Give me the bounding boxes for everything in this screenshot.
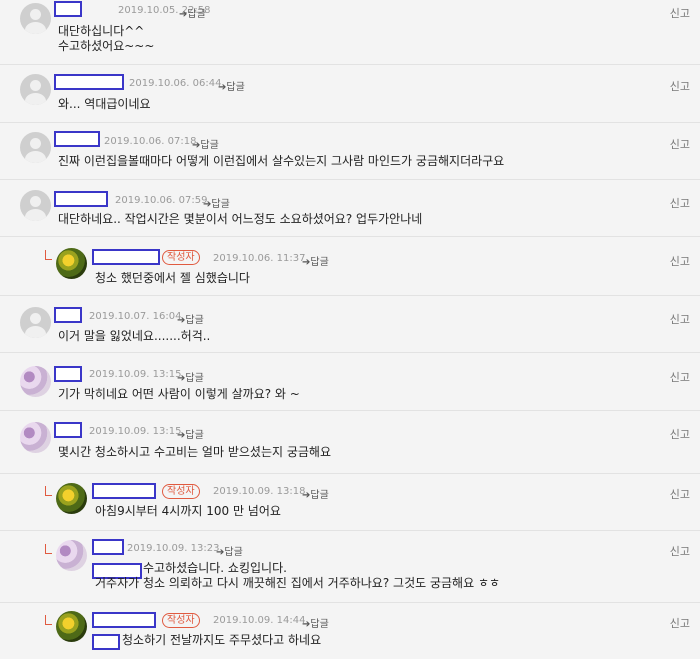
comment-timestamp: 2019.10.06. 07:18 — [104, 136, 197, 147]
avatar[interactable] — [20, 3, 51, 34]
comment-text-line-2: 수고하셨어요~~~ — [58, 39, 155, 53]
report-link[interactable]: 신고 — [670, 543, 690, 559]
comment-item: 2019.10.06. 07:59 ➔답글 신고 대단하네요.. 작업시간은 몇… — [0, 179, 700, 237]
report-link[interactable]: 신고 — [670, 369, 690, 385]
comment-text: 이거 말을 잃었네요.......허걱.. — [58, 329, 211, 343]
redacted-username — [92, 539, 124, 555]
redacted-username — [54, 422, 82, 438]
avatar[interactable] — [56, 248, 87, 279]
avatar[interactable] — [20, 307, 51, 338]
reply-link[interactable]: ➔답글 — [203, 195, 230, 210]
reply-link[interactable]: ➔답글 — [302, 486, 329, 501]
reply-link[interactable]: ➔답글 — [179, 5, 206, 20]
redacted-mention — [92, 634, 120, 650]
reply-link[interactable]: ➔답글 — [302, 615, 329, 630]
comment-timestamp: 2019.10.09. 13:15 — [89, 426, 182, 437]
comment-text: 몇시간 청소하시고 수고비는 얼마 받으셨는지 궁금해요 — [58, 445, 331, 459]
redacted-username — [54, 74, 124, 90]
comment-text: 수고하셨습니다. 쇼킹입니다. — [143, 561, 287, 575]
reply-link[interactable]: ➔답글 — [302, 253, 329, 268]
comment-timestamp: 2019.10.06. 06:44 — [129, 78, 222, 89]
avatar[interactable] — [20, 132, 51, 163]
avatar[interactable] — [20, 366, 51, 397]
comment-text: 아침9시부터 4시까지 100 만 넘어요 — [95, 504, 281, 518]
author-badge: 작성자 — [162, 250, 200, 265]
redacted-username — [92, 249, 160, 265]
redacted-username — [54, 307, 82, 323]
redacted-username — [54, 131, 100, 147]
reply-link[interactable]: ➔답글 — [192, 136, 219, 151]
redacted-username — [92, 483, 156, 499]
comment-timestamp: 2019.10.09. 13:18 — [213, 486, 306, 497]
comment-item: 2019.10.06. 06:44 ➔답글 신고 와... 역대급이네요 — [0, 64, 700, 123]
comment-text: 청소하기 전날까지도 주무셨다고 하네요 — [122, 633, 322, 647]
reply-link[interactable]: ➔답글 — [177, 311, 204, 326]
redacted-username — [54, 366, 82, 382]
report-link[interactable]: 신고 — [670, 253, 690, 269]
comment-timestamp: 2019.10.06. 11:37 — [213, 253, 306, 264]
avatar[interactable] — [56, 540, 87, 571]
avatar[interactable] — [20, 422, 51, 453]
avatar[interactable] — [20, 74, 51, 105]
report-link[interactable]: 신고 — [670, 311, 690, 327]
comment-text: 기가 막히네요 어떤 사람이 이렇게 살까요? 와 ~ — [58, 387, 300, 401]
reply-indent-icon — [45, 486, 52, 496]
comment-item: 2019.10.05. 22:58 ➔답글 신고 대단하십니다^^ 수고하셨어요… — [0, 0, 700, 65]
comment-timestamp: 2019.10.09. 14:44 — [213, 615, 306, 626]
comment-text: 와... 역대급이네요 — [58, 97, 151, 111]
reply-item: 작성자 2019.10.09. 13:18 ➔답글 신고 아침9시부터 4시까지… — [0, 473, 700, 531]
reply-link[interactable]: ➔답글 — [218, 78, 245, 93]
reply-link[interactable]: ➔답글 — [177, 369, 204, 384]
comment-item: 2019.10.06. 07:18 ➔답글 신고 진짜 이런집을볼때마다 어떻게… — [0, 122, 700, 180]
report-link[interactable]: 신고 — [670, 426, 690, 442]
redacted-username — [54, 1, 82, 17]
comment-item: 2019.10.09. 13:15 ➔답글 신고 기가 막히네요 어떤 사람이 … — [0, 352, 700, 411]
avatar[interactable] — [56, 483, 87, 514]
comment-text: 청소 했던중에서 젤 심했습니다 — [95, 271, 250, 285]
redacted-username — [92, 612, 156, 628]
reply-indent-icon — [45, 615, 52, 625]
avatar[interactable] — [20, 190, 51, 221]
comment-text: 대단하십니다^^ — [58, 24, 145, 38]
comment-timestamp: 2019.10.06. 07:59 — [115, 195, 208, 206]
report-link[interactable]: 신고 — [670, 136, 690, 152]
report-link[interactable]: 신고 — [670, 78, 690, 94]
comment-text: 대단하네요.. 작업시간은 몇분이서 어느정도 소요하셨어요? 업두가안나네 — [58, 212, 423, 226]
report-link[interactable]: 신고 — [670, 486, 690, 502]
report-link[interactable]: 신고 — [670, 195, 690, 211]
comment-timestamp: 2019.10.09. 13:23 — [127, 543, 220, 554]
comment-timestamp: 2019.10.09. 13:15 — [89, 369, 182, 380]
comment-text: 진짜 이런집을볼때마다 어떻게 이런집에서 살수있는지 그사람 마인드가 궁금해… — [58, 154, 505, 168]
avatar[interactable] — [56, 611, 87, 642]
reply-link[interactable]: ➔답글 — [177, 426, 204, 441]
author-badge: 작성자 — [162, 613, 200, 628]
author-badge: 작성자 — [162, 484, 200, 499]
reply-indent-icon — [45, 544, 52, 554]
comment-item: 2019.10.07. 16:04 ➔답글 신고 이거 말을 잃었네요.....… — [0, 295, 700, 353]
reply-item: 작성자 2019.10.06. 11:37 ➔답글 신고 청소 했던중에서 젤 … — [0, 236, 700, 296]
reply-item: 작성자 2019.10.09. 14:44 ➔답글 신고 청소하기 전날까지도 … — [0, 602, 700, 659]
comment-item: 2019.10.09. 13:15 ➔답글 신고 몇시간 청소하시고 수고비는 … — [0, 410, 700, 474]
report-link[interactable]: 신고 — [670, 5, 690, 21]
comment-text-line-2: 거주자가 청소 의뢰하고 다시 깨끗해진 집에서 거주하나요? 그것도 궁금해요… — [95, 576, 501, 590]
report-link[interactable]: 신고 — [670, 615, 690, 631]
reply-indent-icon — [45, 250, 52, 260]
redacted-username — [54, 191, 108, 207]
reply-item: 2019.10.09. 13:23 ➔답글 신고 수고하셨습니다. 쇼킹입니다.… — [0, 530, 700, 603]
reply-link[interactable]: ➔답글 — [216, 543, 243, 558]
comment-timestamp: 2019.10.07. 16:04 — [89, 311, 182, 322]
